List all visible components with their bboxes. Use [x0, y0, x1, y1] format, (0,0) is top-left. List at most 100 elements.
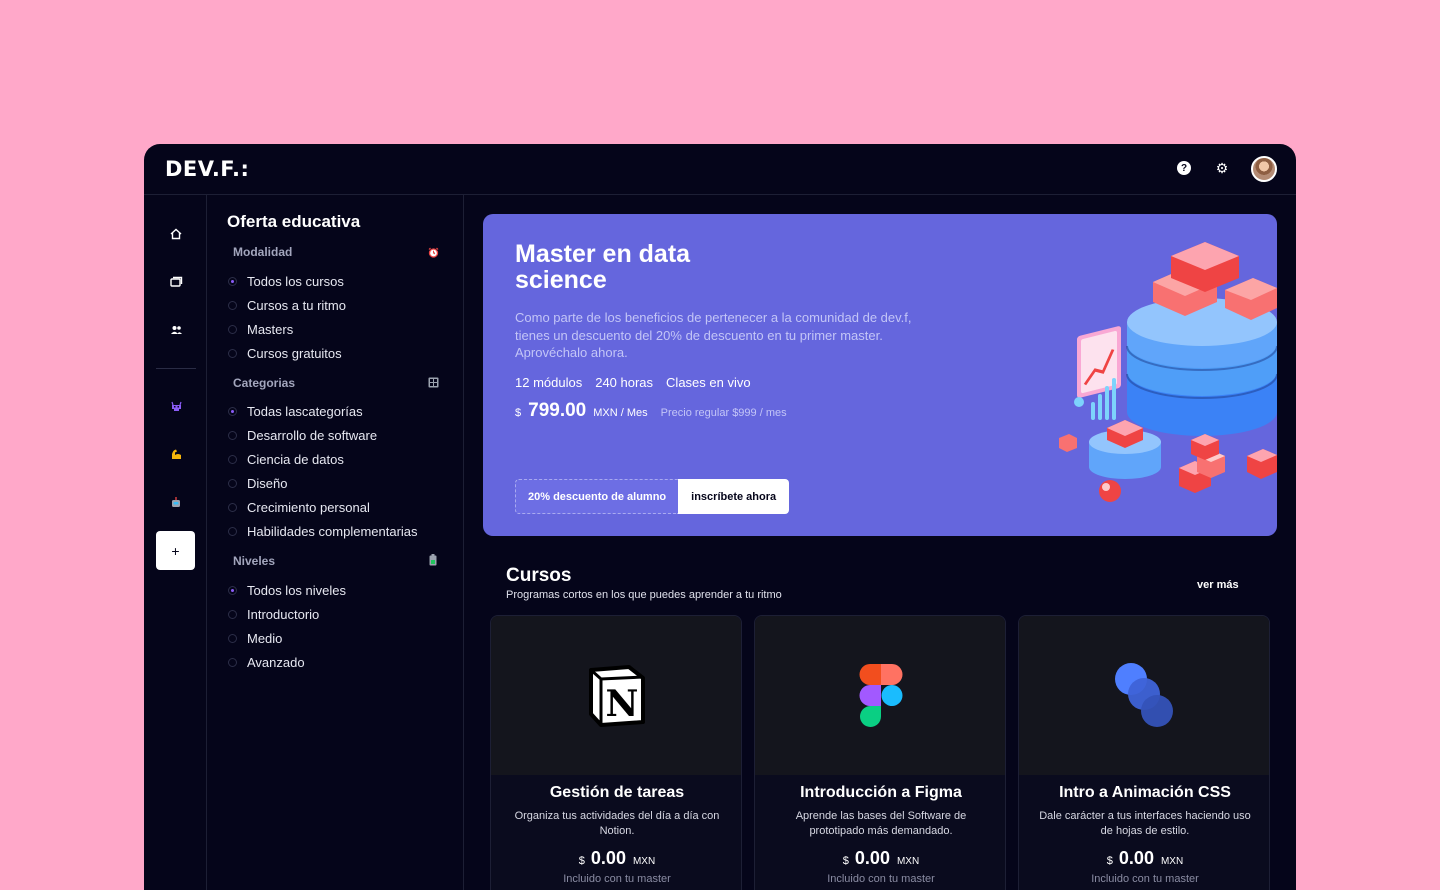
main-content: Master en data science Como parte de los… — [464, 195, 1296, 890]
css-animation-logo — [1115, 662, 1173, 727]
notion-logo: N — [589, 664, 645, 727]
option-label: Cursos gratuitos — [247, 345, 342, 361]
filter-option-introductorio[interactable]: Introductorio — [228, 604, 319, 624]
courses-title: Cursos — [506, 565, 572, 586]
radio[interactable] — [228, 430, 237, 440]
radio[interactable] — [228, 348, 237, 358]
option-label: Masters — [247, 321, 294, 337]
course-card[interactable]: Intro a Animación CSS Dale carácter a tu… — [1018, 615, 1270, 890]
filter-option-ciencia-datos[interactable]: Ciencia de datos — [228, 449, 344, 469]
devf-logo[interactable]: DEV.F.: — [165, 157, 249, 181]
radio-selected[interactable] — [228, 276, 237, 286]
meta-modules: 12 módulos — [515, 375, 583, 390]
radio[interactable] — [228, 502, 237, 512]
radio[interactable] — [228, 657, 237, 667]
card-description: Organiza tus actividades del día a día c… — [514, 810, 720, 837]
option-label: Introductorio — [247, 606, 320, 622]
courses-icon[interactable] — [168, 274, 184, 290]
option-label: Todas lascategorías — [247, 403, 363, 419]
filter-option-desarrollo-software[interactable]: Desarrollo de software — [228, 425, 377, 445]
radio[interactable] — [228, 454, 237, 464]
card-note: Incluido con tu master — [563, 873, 671, 885]
radio[interactable] — [228, 526, 237, 536]
courses-subtitle: Programas cortos en los que puedes apren… — [506, 589, 782, 601]
radio-selected[interactable] — [228, 406, 237, 416]
help-icon[interactable]: ? — [1177, 161, 1191, 175]
section-niveles-label: Niveles — [233, 554, 276, 568]
price-regular: Precio regular $999 / mes — [660, 407, 787, 419]
option-label: Desarrollo de software — [247, 427, 378, 443]
see-more-link[interactable]: ver más — [1197, 579, 1239, 591]
grid-icon — [427, 376, 439, 388]
price-unit: MXN — [632, 856, 656, 867]
filter-option-habilidades[interactable]: Habilidades complementarias — [228, 521, 418, 541]
price-amount: 0.00 — [590, 848, 626, 868]
meta-hours: 240 horas — [595, 375, 654, 390]
home-icon[interactable] — [168, 226, 184, 242]
price-unit: MXN — [1160, 856, 1184, 867]
radio[interactable] — [228, 300, 237, 310]
rail-divider — [156, 368, 196, 369]
card-description: Aprende las bases del Software de protot… — [795, 810, 967, 837]
card-title: Intro a Animación CSS — [1059, 784, 1231, 801]
option-label: Habilidades complementarias — [247, 523, 418, 539]
community-icon[interactable] — [168, 322, 184, 338]
hero-title: Master en data science — [515, 240, 691, 294]
option-label: Ciencia de datos — [247, 451, 344, 467]
radio[interactable] — [228, 609, 237, 619]
enroll-button[interactable]: inscríbete ahora — [678, 479, 790, 514]
card-description: Dale carácter a tus interfaces haciendo … — [1039, 810, 1251, 837]
option-label: Crecimiento personal — [247, 499, 370, 515]
card-price: $ 0.00 MXN — [755, 848, 1005, 869]
card-thumbnail — [755, 616, 1005, 775]
radio-selected[interactable] — [228, 585, 237, 595]
app-window: DEV.F.: ? ⚙ + Oferta educativa Modalidad — [144, 144, 1296, 890]
filter-option-cursos-ritmo[interactable]: Cursos a tu ritmo — [228, 295, 346, 315]
option-label: Medio — [247, 630, 283, 646]
card-thumbnail — [1019, 616, 1269, 775]
filters-panel: Oferta educativa Modalidad Todos los cur… — [208, 195, 464, 890]
muscle-icon[interactable] — [168, 446, 184, 462]
price-amount: 799.00 — [528, 400, 587, 421]
alien-icon[interactable] — [168, 398, 184, 414]
filter-option-masters[interactable]: Masters — [228, 319, 293, 339]
option-label: Todos los niveles — [247, 582, 346, 598]
svg-text:N: N — [606, 683, 639, 725]
filter-option-todos-niveles[interactable]: Todos los niveles — [228, 580, 346, 600]
filter-option-cursos-gratuitos[interactable]: Cursos gratuitos — [228, 343, 342, 363]
option-label: Todos los cursos — [247, 273, 344, 289]
radio[interactable] — [228, 324, 237, 334]
filter-option-todos-cursos[interactable]: Todos los cursos — [228, 271, 344, 291]
radio[interactable] — [228, 478, 237, 488]
filter-option-diseno[interactable]: Diseño — [228, 473, 287, 493]
hero-cta-group: 20% descuento de alumno inscríbete ahora — [515, 479, 790, 514]
course-card[interactable]: Introducción a Figma Aprende las bases d… — [754, 615, 1006, 890]
course-card[interactable]: N Gestión de tareas Organiza tus activid… — [490, 615, 742, 890]
filter-option-medio[interactable]: Medio — [228, 628, 282, 648]
option-label: Diseño — [247, 475, 288, 491]
add-button[interactable]: + — [156, 531, 195, 570]
card-thumbnail: N — [491, 616, 741, 775]
top-bar: DEV.F.: ? ⚙ — [144, 144, 1296, 195]
price-currency-symbol: $ — [578, 855, 585, 867]
hero-description: Como parte de los beneficios de pertenec… — [515, 310, 912, 360]
card-note: Incluido con tu master — [1091, 873, 1199, 885]
nav-rail: + — [144, 195, 207, 890]
radio[interactable] — [228, 633, 237, 643]
price-currency-symbol: $ — [842, 855, 849, 867]
data-science-illustration — [1059, 242, 1277, 502]
gear-icon[interactable]: ⚙ — [1215, 161, 1229, 175]
price-currency-symbol: $ — [515, 407, 522, 419]
robot-icon[interactable] — [168, 494, 184, 510]
price-unit: MXN — [896, 856, 920, 867]
meta-classes: Clases en vivo — [666, 375, 751, 390]
filter-option-todas-categorias[interactable]: Todas lascategorías — [228, 401, 363, 421]
hero-meta: 12 módulos 240 horas Clases en vivo — [515, 375, 751, 390]
section-categorias-label: Categorias — [233, 376, 296, 390]
price-amount: 0.00 — [1118, 848, 1154, 868]
filter-option-crecimiento-personal[interactable]: Crecimiento personal — [228, 497, 370, 517]
discount-badge[interactable]: 20% descuento de alumno — [515, 479, 679, 514]
avatar[interactable] — [1251, 156, 1277, 182]
card-note: Incluido con tu master — [827, 873, 935, 885]
filter-option-avanzado[interactable]: Avanzado — [228, 652, 305, 672]
